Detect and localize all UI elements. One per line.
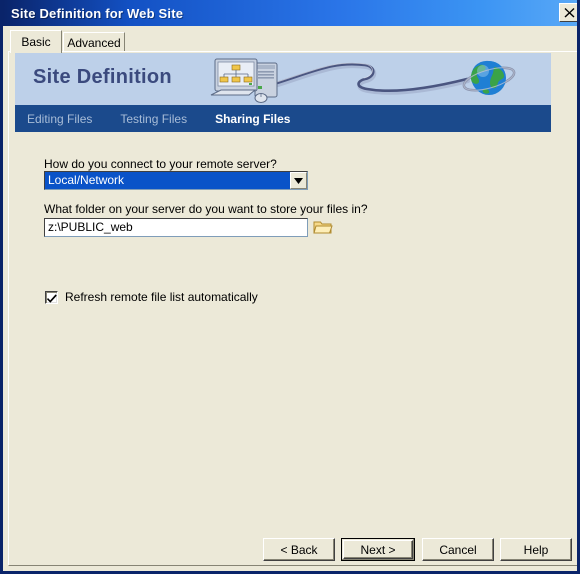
step-testing-files[interactable]: Testing Files [120, 112, 187, 126]
globe-icon [462, 60, 516, 95]
help-button-label: Help [523, 542, 549, 557]
refresh-remote-list-row[interactable]: Refresh remote file list automatically [45, 290, 258, 304]
tab-advanced[interactable]: Advanced [63, 32, 125, 52]
close-button[interactable] [559, 3, 577, 22]
tab-strip: Basic Advanced [8, 30, 577, 53]
network-cable-icon [275, 62, 470, 95]
cancel-button[interactable]: Cancel [422, 538, 494, 561]
remote-connection-value: Local/Network [45, 172, 290, 189]
banner-title: Site Definition [33, 66, 172, 88]
window-title-bar[interactable]: Site Definition for Web Site [3, 0, 577, 26]
tab-basic-label: Basic [21, 35, 51, 49]
tab-basic[interactable]: Basic [10, 30, 62, 53]
wizard-banner: Site Definition [15, 53, 551, 105]
remote-connection-select[interactable]: Local/Network [44, 171, 308, 190]
site-definition-dialog: Site Definition for Web Site Basic Advan… [0, 0, 580, 574]
computer-network-icon [210, 58, 278, 103]
back-button-label: < Back [280, 542, 318, 557]
checkmark-icon [47, 293, 57, 303]
cancel-button-label: Cancel [439, 542, 477, 557]
back-button[interactable]: < Back [263, 538, 335, 561]
help-button[interactable]: Help [500, 538, 572, 561]
window-title: Site Definition for Web Site [11, 5, 184, 21]
next-button[interactable]: Next > [341, 538, 415, 561]
wizard-step-nav: Editing Files Testing Files Sharing File… [15, 105, 551, 132]
next-button-label: Next > [360, 542, 396, 557]
chevron-down-icon[interactable] [290, 172, 307, 189]
connect-label: How do you connect to your remote server… [44, 157, 277, 171]
tab-advanced-label: Advanced [67, 35, 121, 50]
refresh-remote-list-checkbox[interactable] [45, 290, 58, 304]
refresh-remote-list-label: Refresh remote file list automatically [65, 290, 258, 304]
step-sharing-files[interactable]: Sharing Files [215, 112, 290, 126]
close-icon [564, 7, 575, 18]
remote-folder-input[interactable]: z:\PUBLIC_web [44, 218, 308, 237]
folder-browse-icon[interactable] [313, 219, 333, 236]
step-editing-files[interactable]: Editing Files [27, 112, 92, 126]
folder-label: What folder on your server do you want t… [44, 202, 368, 216]
